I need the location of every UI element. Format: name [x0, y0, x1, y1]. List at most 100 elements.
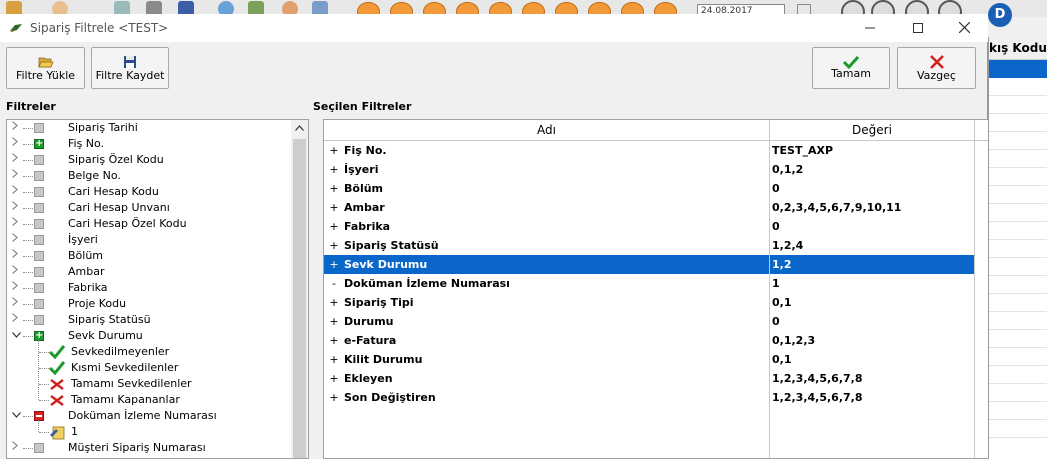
tree-child-item[interactable]: Sevkedilmeyenler: [7, 344, 292, 360]
grid-row[interactable]: + Son Değiştiren 1,2,3,4,5,6,7,8: [324, 388, 974, 407]
tree-item[interactable]: Bölüm: [7, 248, 292, 264]
tree-child-item[interactable]: 1: [7, 424, 292, 440]
tree-item[interactable]: Ambar: [7, 264, 292, 280]
grid-row[interactable]: + Sipariş Tipi 0,1: [324, 293, 974, 312]
grid-row[interactable]: - Doküman İzleme Numarası 1: [324, 274, 974, 293]
grid-row[interactable]: + Ekleyen 1,2,3,4,5,6,7,8: [324, 369, 974, 388]
tree-item[interactable]: Cari Hesap Unvanı: [7, 200, 292, 216]
tree-item[interactable]: İşyeri: [7, 232, 292, 248]
filter-value[interactable]: 0,1,2: [772, 160, 803, 179]
avatar[interactable]: D: [988, 3, 1012, 27]
grid-row[interactable]: + Ambar 0,2,3,4,5,6,7,9,10,11: [324, 198, 974, 217]
checkbox-icon[interactable]: [34, 123, 44, 133]
expand-icon[interactable]: +: [329, 369, 339, 388]
checkbox-icon[interactable]: [34, 155, 44, 165]
grid-row[interactable]: + e-Fatura 0,1,2,3: [324, 331, 974, 350]
expand-icon[interactable]: +: [329, 160, 339, 179]
expand-icon[interactable]: +: [329, 217, 339, 236]
chevron-right-icon[interactable]: [12, 248, 22, 264]
close-button[interactable]: [942, 16, 986, 40]
expand-icon[interactable]: +: [329, 312, 339, 331]
filter-value[interactable]: 1,2,4: [772, 236, 803, 255]
grid-row[interactable]: + Sipariş Statüsü 1,2,4: [324, 236, 974, 255]
chevron-right-icon[interactable]: [12, 120, 22, 136]
filter-value[interactable]: 0: [772, 179, 780, 198]
checkbox-icon[interactable]: [34, 219, 44, 229]
filter-value[interactable]: 1,2,3,4,5,6,7,8: [772, 388, 862, 407]
checkbox-icon[interactable]: [34, 283, 44, 293]
tree-item[interactable]: Cari Hesap Özel Kodu: [7, 216, 292, 232]
ok-button[interactable]: Tamam: [812, 47, 890, 89]
tree-item[interactable]: Sipariş Tarihi: [7, 120, 292, 136]
filter-value[interactable]: TEST_AXP: [772, 141, 833, 160]
save-filter-button[interactable]: Filtre Kaydet: [91, 47, 169, 89]
filter-value[interactable]: 0,1,2,3: [772, 331, 815, 350]
title-bar[interactable]: Sipariş Filtrele <TEST>: [0, 14, 988, 42]
tree-item[interactable]: Proje Kodu: [7, 296, 292, 312]
chevron-down-icon[interactable]: [12, 408, 22, 424]
chevron-right-icon[interactable]: [12, 280, 22, 296]
filter-value[interactable]: 1,2: [772, 255, 792, 274]
checkbox-icon[interactable]: [34, 315, 44, 325]
chevron-right-icon[interactable]: [12, 312, 22, 328]
tree-item[interactable]: Sipariş Özel Kodu: [7, 152, 292, 168]
background-selected-row[interactable]: [989, 60, 1047, 78]
filter-tree[interactable]: Sipariş Tarihi + Fiş No. Sipariş Özel Kodu B…: [6, 119, 309, 459]
maximize-button[interactable]: [896, 16, 940, 40]
chevron-right-icon[interactable]: [12, 296, 22, 312]
chevron-right-icon[interactable]: [12, 232, 22, 248]
tree-item[interactable]: Belge No.: [7, 168, 292, 184]
collapse-icon[interactable]: -: [329, 274, 339, 293]
tree-item[interactable]: Sipariş Statüsü: [7, 312, 292, 328]
expand-icon[interactable]: +: [329, 141, 339, 160]
expand-icon[interactable]: +: [329, 293, 339, 312]
tree-item[interactable]: Doküman İzleme Numarası: [7, 408, 292, 424]
expand-icon[interactable]: +: [329, 179, 339, 198]
checkbox-icon[interactable]: [34, 203, 44, 213]
tree-item[interactable]: Müşteri Sipariş Numarası: [7, 440, 292, 456]
chevron-right-icon[interactable]: [12, 184, 22, 200]
chevron-right-icon[interactable]: [12, 136, 22, 152]
tree-item[interactable]: Cari Hesap Kodu: [7, 184, 292, 200]
chevron-right-icon[interactable]: [12, 168, 22, 184]
scroll-up-icon[interactable]: [291, 120, 308, 137]
scrollbar-thumb[interactable]: [293, 139, 306, 458]
checkbox-icon[interactable]: [34, 235, 44, 245]
filter-value[interactable]: 0,1: [772, 350, 792, 369]
chevron-down-icon[interactable]: [12, 328, 22, 344]
chevron-right-icon[interactable]: [12, 216, 22, 232]
selected-filters-grid[interactable]: Adı Değeri + Fiş No. TEST_AXP + İşyeri 0,1,2 +…: [323, 119, 988, 459]
chevron-right-icon[interactable]: [12, 152, 22, 168]
chevron-right-icon[interactable]: [12, 200, 22, 216]
checkbox-icon[interactable]: [34, 187, 44, 197]
checkbox-icon[interactable]: [34, 251, 44, 261]
filter-value[interactable]: 0: [772, 312, 780, 331]
expand-icon[interactable]: +: [329, 255, 339, 274]
filter-value[interactable]: 0: [772, 217, 780, 236]
expand-icon[interactable]: +: [329, 350, 339, 369]
expand-icon[interactable]: +: [329, 198, 339, 217]
tree-scrollbar[interactable]: [291, 120, 308, 458]
column-header-value[interactable]: Değeri: [770, 120, 975, 140]
filter-value[interactable]: 1: [772, 274, 780, 293]
minimize-button[interactable]: [848, 16, 892, 40]
chevron-right-icon[interactable]: [12, 440, 22, 456]
expand-icon[interactable]: +: [329, 388, 339, 407]
cancel-button[interactable]: Vazgeç: [897, 47, 976, 89]
tree-item[interactable]: Fabrika: [7, 280, 292, 296]
filter-value[interactable]: 1,2,3,4,5,6,7,8: [772, 369, 862, 388]
grid-row[interactable]: + Durumu 0: [324, 312, 974, 331]
expand-icon[interactable]: +: [329, 236, 339, 255]
minus-box-icon[interactable]: [34, 411, 44, 421]
grid-row[interactable]: + İşyeri 0,1,2: [324, 160, 974, 179]
checkbox-icon[interactable]: [34, 267, 44, 277]
checkbox-icon[interactable]: [34, 299, 44, 309]
grid-row[interactable]: + Fabrika 0: [324, 217, 974, 236]
grid-row[interactable]: + Kilit Durumu 0,1: [324, 350, 974, 369]
tree-item[interactable]: + Sevk Durumu: [7, 328, 292, 344]
grid-row[interactable]: + Fiş No. TEST_AXP: [324, 141, 974, 160]
grid-row[interactable]: + Bölüm 0: [324, 179, 974, 198]
load-filter-button[interactable]: Filtre Yükle: [6, 47, 85, 89]
tree-child-item[interactable]: Tamamı Sevkedilenler: [7, 376, 292, 392]
checkbox-icon[interactable]: [34, 443, 44, 453]
